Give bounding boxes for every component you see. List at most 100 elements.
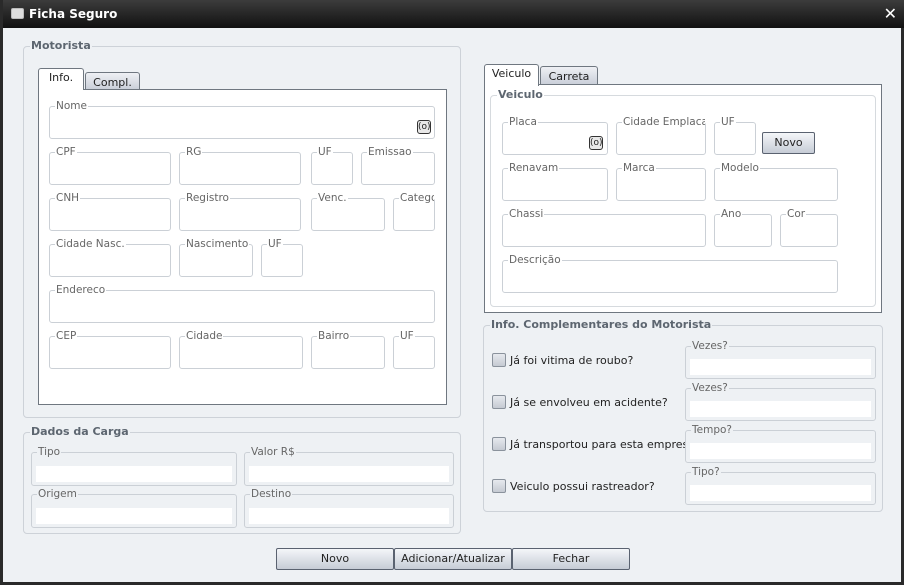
cidade-emplacamento-field[interactable]: Cidade Emplacamento xyxy=(616,116,706,155)
tipo-input[interactable] xyxy=(36,466,232,482)
rastreador-tipo-field[interactable]: Tipo? xyxy=(685,466,876,505)
nascimento-field[interactable]: Nascimento xyxy=(179,238,253,277)
cidade-nasc-label: Cidade Nasc. xyxy=(55,238,126,250)
veiculo-group-title: Veiculo xyxy=(497,88,544,101)
valor-field[interactable]: Valor R$ xyxy=(244,446,454,486)
ano-field[interactable]: Ano xyxy=(714,208,772,247)
complementares-group-title: Info. Complementares do Motorista xyxy=(490,318,713,331)
renavam-field[interactable]: Renavam xyxy=(502,162,608,201)
registro-field[interactable]: Registro xyxy=(179,192,301,231)
origem-field[interactable]: Origem xyxy=(31,488,237,528)
destino-input[interactable] xyxy=(249,508,449,524)
tab-veiculo[interactable]: Veiculo xyxy=(484,64,539,86)
rg-field[interactable]: RG xyxy=(179,146,301,185)
origem-input[interactable] xyxy=(36,508,232,524)
ficha-seguro-window: Ficha Seguro ✕ Motorista Info. Compl. No… xyxy=(0,0,904,585)
cep-field[interactable]: CEP xyxy=(49,330,171,369)
ano-label: Ano xyxy=(720,208,743,220)
cidade-field[interactable]: Cidade xyxy=(179,330,303,369)
rastreador-tipo-label: Tipo? xyxy=(691,466,721,478)
tab-compl[interactable]: Compl. xyxy=(85,72,140,90)
transportou-checkbox[interactable] xyxy=(492,437,506,451)
fechar-button[interactable]: Fechar xyxy=(512,548,630,570)
nascimento-label: Nascimento xyxy=(185,238,250,250)
tab-carreta[interactable]: Carreta xyxy=(540,66,598,85)
marca-field[interactable]: Marca xyxy=(616,162,706,201)
transportou-label: Já transportou para esta empresa? xyxy=(510,438,701,451)
categoria-field[interactable]: Categoria xyxy=(393,192,435,231)
modelo-field[interactable]: Modelo xyxy=(714,162,838,201)
venc-field[interactable]: Venc. xyxy=(311,192,385,231)
novo-veiculo-button[interactable]: Novo xyxy=(762,132,815,154)
rastreador-tipo-input[interactable] xyxy=(690,485,871,501)
cnh-field[interactable]: CNH xyxy=(49,192,171,231)
rastreador-checkbox[interactable] xyxy=(492,479,506,493)
destino-field[interactable]: Destino xyxy=(244,488,454,528)
novo-button[interactable]: Novo xyxy=(276,548,394,570)
cor-field[interactable]: Cor xyxy=(780,208,838,247)
motorista-group-title: Motorista xyxy=(30,39,92,52)
valor-label: Valor R$ xyxy=(250,446,296,458)
nome-field[interactable]: Nome (o) xyxy=(49,100,435,139)
uf-nasc-field[interactable]: UF xyxy=(261,238,303,277)
close-icon[interactable]: ✕ xyxy=(884,4,897,23)
roubo-label: Já foi vitima de roubo? xyxy=(510,354,634,367)
cidade-nasc-field[interactable]: Cidade Nasc. xyxy=(49,238,171,277)
acidente-label: Já se envolveu em acidente? xyxy=(510,396,668,409)
emissao-label: Emissao xyxy=(367,146,413,158)
tempo-input[interactable] xyxy=(690,443,871,459)
modelo-label: Modelo xyxy=(720,162,760,174)
valor-input[interactable] xyxy=(249,466,449,482)
roubo-checkbox[interactable] xyxy=(492,353,506,367)
uf-field[interactable]: UF xyxy=(311,146,353,185)
cep-label: CEP xyxy=(55,330,78,342)
acidente-vezes-input[interactable] xyxy=(690,401,871,417)
placa-label: Placa xyxy=(508,116,538,128)
cpf-field[interactable]: CPF xyxy=(49,146,171,185)
tempo-label: Tempo? xyxy=(691,424,733,436)
cidade-label: Cidade xyxy=(185,330,224,342)
descricao-label: Descrição xyxy=(508,254,562,266)
endereco-field[interactable]: Endereco xyxy=(49,284,435,323)
origem-label: Origem xyxy=(37,488,78,500)
uf-endereco-label: UF xyxy=(399,330,415,342)
carga-group-title: Dados da Carga xyxy=(30,425,130,438)
rastreador-label: Veiculo possui rastreador? xyxy=(510,480,655,493)
rg-label: RG xyxy=(185,146,203,158)
lookup-icon[interactable]: (o) xyxy=(417,120,431,134)
cpf-label: CPF xyxy=(55,146,77,158)
adicionar-atualizar-button[interactable]: Adicionar/Atualizar xyxy=(394,548,512,570)
tab-info[interactable]: Info. xyxy=(38,68,84,90)
uf-endereco-field[interactable]: UF xyxy=(393,330,435,369)
window-title: Ficha Seguro xyxy=(29,7,118,21)
acidente-checkbox[interactable] xyxy=(492,395,506,409)
chassi-label: Chassi xyxy=(508,208,545,220)
roubo-vezes-field[interactable]: Vezes? xyxy=(685,340,876,379)
registro-label: Registro xyxy=(185,192,230,204)
placa-field[interactable]: Placa (o) xyxy=(502,116,608,155)
bairro-field[interactable]: Bairro xyxy=(311,330,385,369)
descricao-field[interactable]: Descrição xyxy=(502,254,838,293)
venc-label: Venc. xyxy=(317,192,348,204)
title-bar: Ficha Seguro ✕ xyxy=(3,0,904,28)
uf-veiculo-field[interactable]: UF xyxy=(714,116,756,155)
bairro-label: Bairro xyxy=(317,330,351,342)
endereco-label: Endereco xyxy=(55,284,107,296)
emissao-field[interactable]: Emissao xyxy=(361,146,435,185)
roubo-vezes-label: Vezes? xyxy=(691,340,729,352)
chassi-field[interactable]: Chassi xyxy=(502,208,706,247)
cor-label: Cor xyxy=(786,208,807,220)
destino-label: Destino xyxy=(250,488,293,500)
uf-veiculo-label: UF xyxy=(720,116,736,128)
cnh-label: CNH xyxy=(55,192,81,204)
lookup-icon[interactable]: (o) xyxy=(589,136,603,150)
roubo-vezes-input[interactable] xyxy=(690,359,871,375)
tipo-label: Tipo xyxy=(37,446,62,458)
tipo-field[interactable]: Tipo xyxy=(31,446,237,486)
categoria-label: Categoria xyxy=(399,192,434,204)
acidente-vezes-field[interactable]: Vezes? xyxy=(685,382,876,421)
cidade-emplacamento-label: Cidade Emplacamento xyxy=(622,116,705,128)
uf-label: UF xyxy=(317,146,333,158)
marca-label: Marca xyxy=(622,162,656,174)
tempo-field[interactable]: Tempo? xyxy=(685,424,876,463)
